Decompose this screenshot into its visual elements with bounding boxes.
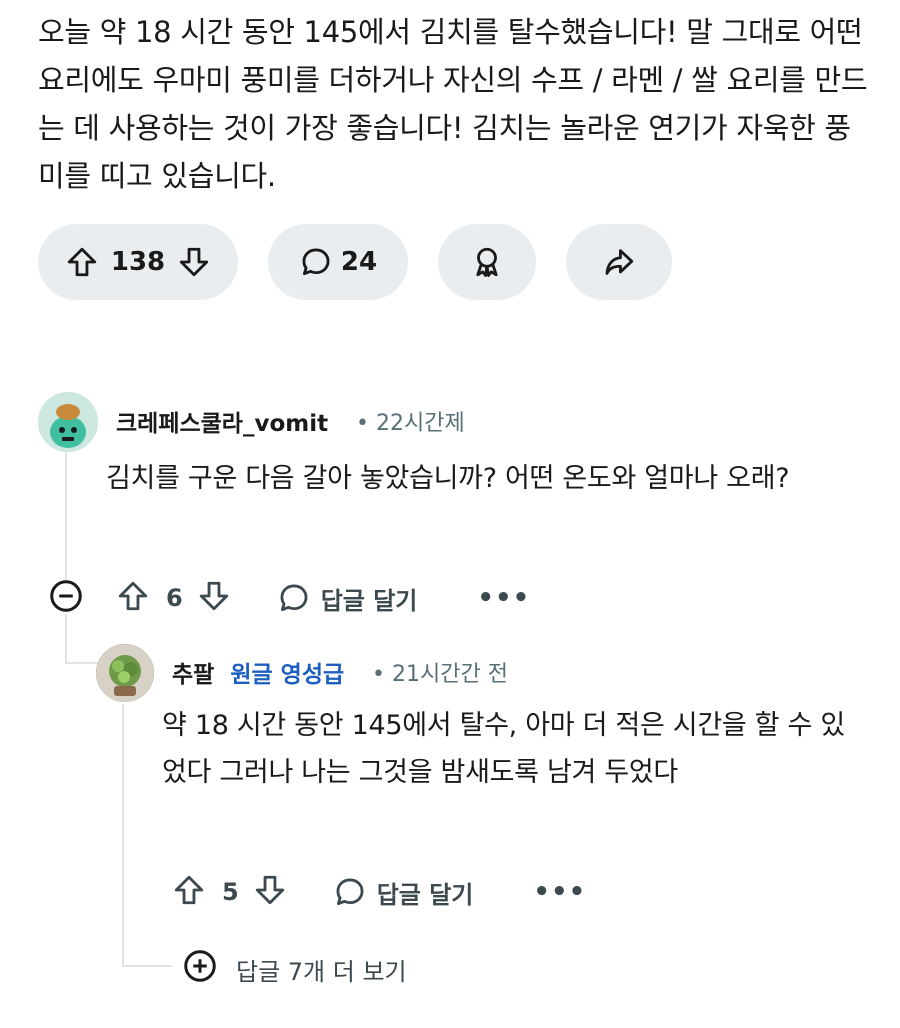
- reply-label: 답글 달기: [320, 586, 418, 615]
- thread-line: [65, 614, 67, 664]
- separator-dot: •: [372, 662, 392, 687]
- separator-dot: •: [356, 411, 376, 436]
- vote-pill: 138: [38, 224, 238, 300]
- thread-connector: [122, 965, 172, 967]
- post-body: 오늘 약 18 시간 동안 145에서 김치를 탈수했습니다! 말 그대로 어떤…: [38, 15, 868, 193]
- downvote-icon[interactable]: [177, 245, 211, 279]
- thread-line: [122, 704, 124, 966]
- comment-time: 21시간간 전: [391, 662, 508, 687]
- more-replies-button[interactable]: 답글 7개 더 보기: [182, 948, 407, 990]
- plus-circle-icon: [182, 948, 218, 990]
- user-flair: 원글 영성급: [230, 662, 345, 688]
- award-icon: [470, 245, 504, 279]
- share-icon: [602, 245, 636, 279]
- comment-username[interactable]: 추팔 원글 영성급: [172, 655, 344, 689]
- thread-connector: [65, 662, 99, 664]
- comment-meta: • 21시간간 전: [372, 656, 508, 688]
- thread-line: [65, 452, 67, 580]
- comment-actions: 5 답글 달기 •••: [172, 870, 586, 914]
- comment-icon: [299, 245, 333, 279]
- share-button[interactable]: [566, 224, 672, 300]
- vote-count: 6: [166, 584, 183, 612]
- comment-body: 약 18 시간 동안 145에서 탈수, 아마 더 적은 시간을 할 수 있었다…: [162, 710, 845, 788]
- comment-body: 김치를 구운 다음 갈아 놓았습니까? 어떤 온도와 얼마나 오래?: [106, 463, 790, 494]
- avatar[interactable]: [38, 392, 98, 452]
- comments-button[interactable]: 24: [268, 224, 408, 300]
- reply-button[interactable]: 답글 달기: [277, 581, 418, 616]
- comment-count: 24: [340, 247, 378, 277]
- more-options-button[interactable]: •••: [477, 583, 530, 613]
- collapse-icon[interactable]: [48, 578, 84, 618]
- comment-username[interactable]: 크레페스쿨라_vomit: [116, 404, 328, 438]
- vote-count: 5: [222, 878, 239, 906]
- comment-icon: [280, 584, 308, 612]
- more-replies-label: 답글 7개 더 보기: [236, 957, 407, 986]
- downvote-icon[interactable]: [253, 873, 287, 911]
- downvote-icon[interactable]: [197, 579, 231, 617]
- comment-icon: [336, 878, 364, 906]
- award-button[interactable]: [438, 224, 536, 300]
- reply-label: 답글 달기: [376, 880, 474, 909]
- upvote-icon[interactable]: [65, 245, 99, 279]
- comment-time: 22시간제: [375, 411, 465, 436]
- upvote-icon[interactable]: [116, 579, 150, 617]
- upvote-icon[interactable]: [172, 873, 206, 911]
- comment-actions: 6 답글 달기 •••: [48, 576, 530, 620]
- reply-button[interactable]: 답글 달기: [333, 875, 474, 910]
- username-text: 추팔: [172, 662, 215, 688]
- vote-count: 138: [110, 247, 166, 277]
- avatar[interactable]: [96, 644, 154, 702]
- more-options-button[interactable]: •••: [533, 877, 586, 907]
- comment-meta: • 22시간제: [356, 405, 465, 437]
